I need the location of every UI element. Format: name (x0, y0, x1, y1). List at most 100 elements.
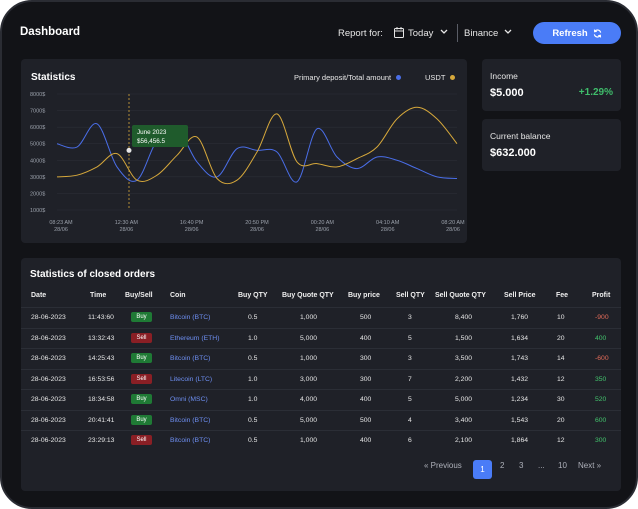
income-card: Income $5.000 +1.29% (482, 59, 621, 111)
statistics-panel: Statistics Primary deposit/Total amount … (21, 59, 467, 243)
cell-profit: 520 (595, 396, 607, 403)
x-tick-time: 12:30 AM (115, 220, 139, 226)
cell-coin[interactable]: Bitcoin (BTC) (170, 314, 210, 321)
cell-sell-price: 1,234 (511, 396, 529, 403)
pagination-next[interactable]: Next » (578, 461, 601, 470)
tooltip-date: June 2023 (137, 129, 167, 136)
cell-coin[interactable]: Litecoin (LTC) (170, 376, 212, 383)
pagination-ellipsis: ... (538, 461, 545, 470)
cell-sell-price: 1,760 (511, 314, 529, 321)
table-row: 28-06-2023 13:32:43 Sell Ethereum (ETH) 1.0 5… (21, 327, 621, 348)
table-row: 28-06-2023 23:29:13 Sell Bitcoin (BTC) 0.5 1,… (21, 430, 621, 450)
cell-time: 18:34:58 (88, 396, 115, 403)
cell-date: 28-06-2023 (31, 437, 66, 444)
cell-buy-quote-qty: 3,000 (300, 375, 318, 383)
cell-coin[interactable]: Ethereum (ETH) (170, 335, 219, 342)
cell-sell-quote-qty: 3,500 (455, 355, 473, 362)
cell-sell-qty: 3 (408, 314, 412, 321)
cell-fee: 12 (557, 375, 565, 383)
income-value: $5.000 (490, 87, 524, 99)
cell-profit: 600 (595, 416, 607, 424)
dashboard-window: Dashboard Report for: Today Binance Refr… (0, 0, 638, 509)
x-tick-time: 16:40 PM (180, 220, 204, 226)
income-label: Income (490, 71, 518, 81)
income-change: +1.29% (578, 87, 613, 98)
y-tick-label: 1000$ (30, 208, 45, 214)
cell-coin[interactable]: Bitcoin (BTC) (170, 417, 210, 424)
cell-sell-price: 1,743 (511, 355, 529, 362)
cell-buy-qty: 1.0 (248, 396, 258, 403)
period-select[interactable]: Today (408, 28, 433, 39)
cell-time: 23:29:13 (88, 437, 115, 444)
cell-fee: 14 (557, 355, 565, 362)
pagination-previous[interactable]: « Previous (424, 461, 462, 470)
balance-label: Current balance (490, 131, 551, 141)
cell-buy-price: 400 (360, 396, 372, 403)
x-tick-date: 28/06 (315, 227, 329, 233)
x-tick-date: 28/06 (446, 227, 460, 233)
cell-date: 28-06-2023 (31, 396, 66, 403)
cell-time: 20:41:41 (88, 416, 115, 424)
x-tick-date: 28/06 (381, 227, 395, 233)
x-tick-time: 08:23 AM (49, 220, 73, 226)
tooltip-value: $56,456.5 (137, 138, 166, 145)
x-tick-date: 28/06 (54, 227, 68, 233)
x-tick-time: 20:50 PM (245, 220, 269, 226)
cell-profit: -900 (595, 314, 609, 321)
cell-buy-quote-qty: 5,000 (300, 334, 318, 342)
cell-buy-price: 300 (360, 375, 372, 383)
col-sell-price: Sell Price (504, 292, 536, 299)
cell-time: 11:43:60 (88, 314, 114, 321)
x-tick-time: 08:20 AM (441, 220, 465, 226)
side-badge: Sell (131, 332, 152, 343)
exchange-select[interactable]: Binance (464, 28, 498, 39)
cell-sell-quote-qty: 2,100 (455, 437, 473, 444)
page-1-button[interactable]: 1 (473, 460, 492, 479)
y-tick-label: 7000$ (30, 109, 45, 115)
cell-coin[interactable]: Omni (MSC) (170, 396, 208, 403)
cell-date: 28-06-2023 (31, 314, 66, 321)
refresh-icon (593, 28, 601, 38)
cell-sell-quote-qty: 2,200 (455, 375, 473, 383)
statistics-line-chart[interactable]: 8000$ 7000$ 6000$ 5000$ 4000$ 3000$ 2000$ 1000$… (21, 59, 467, 243)
chevron-down-icon[interactable] (440, 29, 448, 35)
cell-sell-price: 1,634 (511, 334, 529, 342)
cell-date: 28-06-2023 (31, 355, 66, 362)
col-coin: Coin (170, 292, 186, 299)
page-3-button[interactable]: 3 (519, 461, 523, 470)
col-fee: Fee (556, 292, 569, 299)
cell-buy-qty: 1.0 (248, 334, 258, 342)
orders-title: Statistics of closed orders (30, 269, 156, 280)
cell-buy-qty: 0.5 (248, 416, 258, 424)
table-row: 28-06-2023 11:43:60 Buy Bitcoin (BTC) 0.5 1,0… (21, 307, 621, 327)
y-tick-label: 6000$ (30, 125, 45, 131)
page-title: Dashboard (20, 26, 81, 38)
cell-buy-qty: 0.5 (248, 314, 258, 321)
cell-date: 28-06-2023 (31, 375, 66, 383)
cell-date: 28-06-2023 (31, 334, 66, 342)
y-tick-label: 8000$ (30, 92, 45, 98)
calendar-icon (394, 27, 404, 38)
header-divider (457, 24, 458, 42)
report-for-label: Report for: (338, 28, 383, 39)
cell-profit: -600 (595, 355, 609, 362)
page-2-button[interactable]: 2 (500, 461, 504, 470)
col-profit: Profit (592, 292, 611, 299)
cell-buy-price: 400 (360, 437, 372, 444)
cell-profit: 350 (595, 375, 607, 383)
col-buy-qty: Buy QTY (238, 292, 268, 299)
side-badge: Sell (131, 435, 152, 445)
x-tick-date: 28/06 (250, 227, 264, 233)
page-10-button[interactable]: 10 (558, 461, 567, 470)
col-sell-qty: Sell QTY (396, 292, 425, 299)
series-usdt-line (56, 106, 458, 185)
cell-buy-qty: 0.5 (248, 355, 258, 362)
x-tick-date: 28/06 (185, 227, 199, 233)
cell-sell-price: 1,432 (511, 375, 529, 383)
cell-coin[interactable]: Bitcoin (BTC) (170, 355, 210, 362)
chevron-down-icon[interactable] (504, 29, 512, 35)
refresh-button[interactable]: Refresh (533, 22, 621, 44)
cell-time: 14:25:43 (88, 355, 115, 362)
cell-coin[interactable]: Bitcoin (BTC) (170, 437, 210, 444)
closed-orders-panel: Statistics of closed orders Date Time Bu… (21, 258, 621, 491)
